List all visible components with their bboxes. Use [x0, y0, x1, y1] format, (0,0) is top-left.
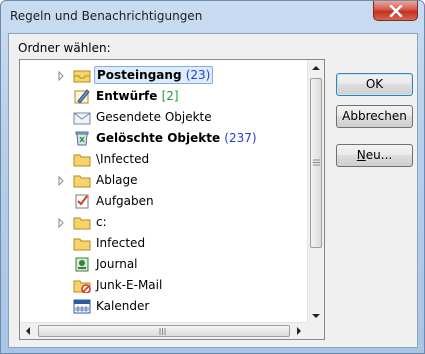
folder-label-group: Infected — [96, 236, 145, 250]
expand-arrow-icon[interactable] — [56, 175, 66, 187]
folder-name: Kalender — [96, 299, 150, 313]
unread-count: (23) — [185, 68, 211, 82]
folder-label-group: Kalender — [96, 299, 149, 313]
folder-item[interactable]: \Infected — [20, 149, 308, 170]
drafts-icon — [73, 88, 91, 104]
folder-name: Aufgaben — [96, 194, 154, 208]
unread-count: (237) — [224, 131, 257, 145]
journal-icon — [73, 256, 91, 272]
scroll-left-icon[interactable] — [26, 327, 30, 335]
window-title: Regeln und Benachrichtigungen — [10, 9, 203, 23]
folder-item[interactable]: Journal — [20, 254, 308, 275]
folder-name: Posteingang — [97, 68, 182, 82]
grip-icon — [159, 328, 166, 335]
horizontal-scroll-thumb[interactable] — [38, 325, 290, 337]
folder-name: c: — [96, 215, 107, 229]
folder-label-group: Entwürfe [2] — [96, 89, 179, 103]
folder-label-group: Ablage — [96, 173, 138, 187]
folder-name: Journal — [96, 257, 138, 271]
grip-icon — [313, 159, 320, 166]
folder-label-group: c: — [96, 215, 107, 229]
folder-label-group: Gesendete Objekte — [96, 110, 212, 124]
unread-count: [2] — [161, 89, 179, 103]
folder-icon — [73, 214, 91, 230]
calendar-icon — [73, 298, 91, 314]
folder-icon — [73, 172, 91, 188]
expand-arrow-icon[interactable] — [56, 70, 66, 82]
folder-select-label: Ordner wählen: — [18, 41, 111, 55]
folder-item[interactable]: Gelöschte Objekte (237) — [20, 128, 308, 149]
folder-icon — [73, 235, 91, 251]
vertical-scroll-thumb[interactable] — [310, 78, 322, 248]
folder-item[interactable]: Posteingang (23) — [20, 65, 308, 86]
expand-arrow-icon[interactable] — [56, 217, 66, 229]
folder-name: Entwürfe — [96, 89, 158, 103]
folder-label-group: Gelöschte Objekte (237) — [96, 131, 257, 145]
folder-list: Posteingang (23) Entwürfe [2] Gesendete Ob… — [20, 65, 308, 317]
ok-button[interactable]: OK — [336, 73, 413, 96]
new-folder-button[interactable]: Neu... — [336, 144, 413, 167]
dialog-body: Ordner wählen: Posteingang (23) Entwürfe … — [8, 33, 418, 348]
folder-item[interactable]: Gesendete Objekte — [20, 107, 308, 128]
scroll-up-icon[interactable] — [312, 66, 320, 70]
horizontal-scrollbar[interactable] — [20, 322, 308, 339]
title-bar[interactable]: Regeln und Benachrichtigungen — [1, 1, 424, 33]
folder-name: Gelöschte Objekte — [96, 131, 221, 145]
folder-item[interactable]: Aufgaben — [20, 191, 308, 212]
folder-item[interactable]: Infected — [20, 233, 308, 254]
folder-name: Junk-E-Mail — [96, 278, 163, 292]
folder-label-group: Aufgaben — [96, 194, 154, 208]
junk-icon — [73, 277, 91, 294]
sent-icon — [73, 109, 91, 125]
scrollbar-corner — [307, 322, 324, 339]
folder-name: \Infected — [96, 152, 150, 166]
scroll-down-icon[interactable] — [312, 314, 320, 318]
folder-label-group: Journal — [96, 257, 138, 271]
folder-name: Gesendete Objekte — [96, 110, 212, 124]
folder-label-group: \Infected — [96, 152, 149, 166]
close-button[interactable] — [373, 1, 418, 21]
vertical-scrollbar[interactable] — [307, 60, 324, 324]
inbox-icon — [73, 67, 91, 83]
trash-icon — [73, 130, 91, 146]
folder-label-group: Junk-E-Mail — [96, 278, 162, 292]
folder-item[interactable]: Entwürfe [2] — [20, 86, 308, 107]
tasks-icon — [73, 193, 91, 209]
rules-dialog: Regeln und Benachrichtigungen Ordner wäh… — [0, 0, 425, 354]
folder-item[interactable]: Ablage — [20, 170, 308, 191]
folder-item[interactable]: c: — [20, 212, 308, 233]
folder-icon — [73, 151, 91, 167]
scroll-right-icon[interactable] — [297, 327, 301, 335]
cancel-button[interactable]: Abbrechen — [336, 105, 413, 128]
folder-name: Infected — [96, 236, 146, 250]
folder-label-group: Posteingang (23) — [94, 66, 214, 84]
folder-item[interactable]: Junk-E-Mail — [20, 275, 308, 296]
close-icon — [389, 5, 403, 17]
folder-tree[interactable]: Posteingang (23) Entwürfe [2] Gesendete Ob… — [19, 59, 325, 340]
folder-name: Ablage — [96, 173, 138, 187]
folder-item[interactable]: Kalender — [20, 296, 308, 317]
